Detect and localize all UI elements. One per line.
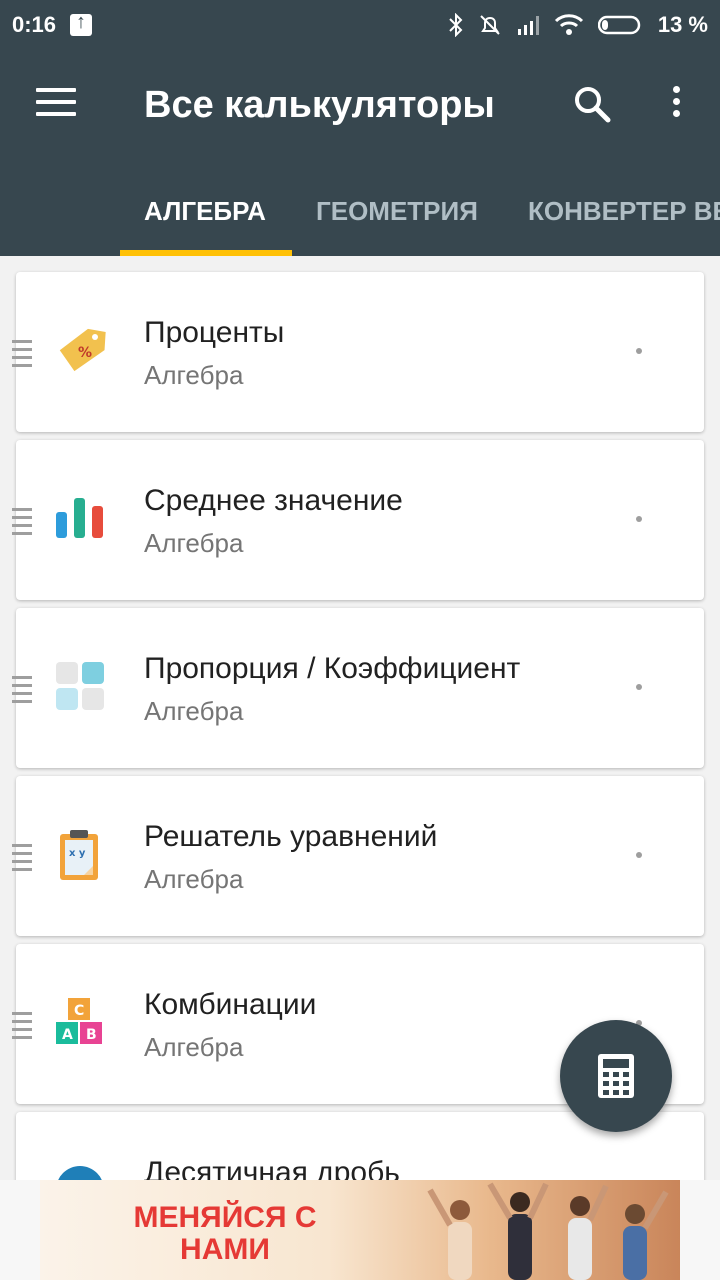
ad-area: МЕНЯЙСЯ С НАМИ [0, 1180, 720, 1280]
item-menu-dot[interactable] [636, 516, 642, 522]
item-menu-dot[interactable] [636, 348, 642, 354]
calculator-title: Комбинации [144, 988, 317, 1021]
calculator-title: Решатель уравнений [144, 820, 438, 853]
svg-text:C: C [74, 1003, 84, 1019]
battery-percent: 13 % [657, 12, 708, 37]
item-menu-dot[interactable] [636, 852, 642, 858]
list-item[interactable]: x y Решатель уравнений Алгебра [12, 776, 704, 936]
svg-text:B: B [86, 1027, 97, 1043]
svg-text:%: % [78, 345, 92, 361]
tab-algebra[interactable]: АЛГЕБРА [144, 196, 266, 227]
calculator-category: Алгебра [144, 864, 244, 894]
percent-tag-icon: % [59, 328, 106, 372]
list-item[interactable]: Среднее значение Алгебра [12, 440, 704, 600]
bluetooth-icon [449, 13, 463, 37]
calculator-category: Алгебра [144, 528, 244, 558]
drag-handle-icon[interactable] [12, 844, 32, 871]
calculator-category: Алгебра [144, 360, 244, 390]
proportion-grid-icon [56, 662, 104, 710]
ad-text-line1: МЕНЯЙСЯ С [133, 1201, 317, 1234]
drag-handle-icon[interactable] [12, 676, 32, 703]
battery-icon [597, 15, 641, 35]
calculator-fab-button[interactable] [560, 1020, 672, 1132]
search-icon[interactable] [572, 84, 612, 124]
wifi-icon [554, 14, 583, 35]
ad-banner[interactable]: МЕНЯЙСЯ С НАМИ [40, 1180, 680, 1280]
calculator-category: Алгебра [144, 1032, 244, 1062]
drag-handle-icon[interactable] [12, 340, 32, 367]
tab-geometry[interactable]: ГЕОМЕТРИЯ [316, 196, 478, 227]
calculator-title: Среднее значение [144, 484, 403, 517]
calculator-title: Пропорция / Коэффициент [144, 652, 521, 685]
status-bar: 0:16 13 % [0, 0, 720, 50]
more-options-icon[interactable] [668, 86, 684, 122]
abc-blocks-icon: C A B [56, 998, 102, 1044]
list-item[interactable]: % Проценты Алгебра [12, 272, 704, 432]
pie-icon [58, 1166, 102, 1180]
status-time: 0:16 [12, 12, 57, 37]
list-item[interactable]: Пропорция / Коэффициент Алгебра [12, 608, 704, 768]
item-menu-dot[interactable] [636, 684, 642, 690]
svg-text:A: A [62, 1027, 73, 1043]
ad-text-line2: НАМИ [180, 1233, 270, 1266]
calculator-icon [598, 1054, 634, 1098]
clipboard-xy-icon: x y [60, 830, 98, 880]
signal-icon [517, 16, 539, 35]
calculator-category: Алгебра [144, 696, 244, 726]
menu-icon[interactable] [36, 88, 76, 120]
ad-people-image [427, 1182, 669, 1280]
upload-notification-icon [70, 11, 93, 36]
ad-text: МЕНЯЙСЯ С НАМИ [120, 1202, 330, 1266]
app-bar: Все калькуляторы АЛГЕБРА ГЕОМЕТРИЯ КОНВЕ… [0, 50, 720, 256]
mute-icon [480, 15, 500, 35]
page-title: Все калькуляторы [144, 84, 495, 126]
status-icons: 13 % [448, 12, 708, 38]
svg-text:x y: x y [69, 848, 86, 859]
drag-handle-icon[interactable] [12, 508, 32, 535]
tab-converter[interactable]: КОНВЕРТЕР ВЕ [528, 196, 720, 227]
bar-chart-icon [56, 498, 103, 538]
category-tabs: АЛГЕБРА ГЕОМЕТРИЯ КОНВЕРТЕР ВЕ [0, 180, 720, 256]
calculator-title: Проценты [144, 316, 285, 349]
drag-handle-icon[interactable] [12, 1012, 32, 1039]
calculator-title: Десятичная дробь [144, 1156, 400, 1180]
